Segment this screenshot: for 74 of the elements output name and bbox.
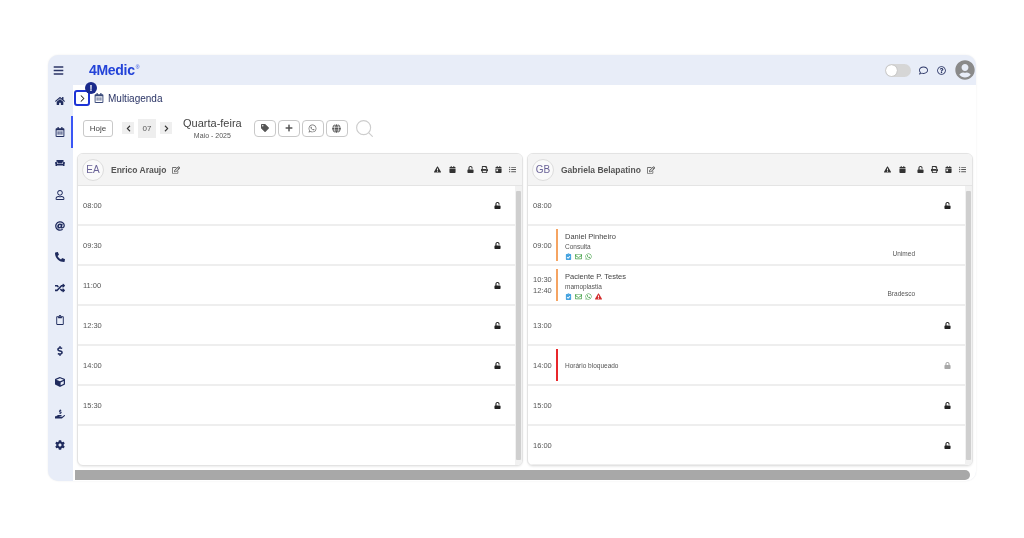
unlock-icon[interactable]: [917, 166, 924, 173]
shuffle-icon: [54, 283, 65, 294]
unlock-icon[interactable]: [944, 321, 951, 329]
clipboard-icon[interactable]: [565, 252, 572, 260]
unlock-icon[interactable]: [494, 201, 501, 209]
dollar-icon: [54, 346, 65, 356]
previous-button[interactable]: [122, 122, 134, 134]
plus-icon: [284, 124, 293, 132]
calendar-day-icon[interactable]: [945, 166, 952, 173]
calendar-icon: [94, 93, 104, 103]
professional-name: Enrico Araujo: [111, 164, 167, 175]
scrollbar-thumb[interactable]: [966, 191, 971, 460]
globe-icon: [332, 123, 342, 133]
weekday-label: Quarta-feira: [183, 116, 242, 130]
envelope-icon[interactable]: [575, 292, 582, 300]
hand-dollar-icon: [54, 408, 65, 419]
calendar-icon[interactable]: [449, 166, 456, 173]
scrollbar-track[interactable]: [515, 186, 522, 465]
list-icon[interactable]: [509, 166, 516, 173]
envelope-icon[interactable]: [575, 252, 582, 260]
print-icon[interactable]: [481, 166, 488, 173]
globe-button[interactable]: [325, 119, 348, 137]
clipboard-icon: [54, 314, 65, 325]
add-button[interactable]: [277, 119, 300, 137]
clipboard-icon[interactable]: [565, 292, 572, 300]
print-icon[interactable]: [931, 166, 938, 173]
scrollbar-track[interactable]: [965, 186, 972, 465]
page-title: Multiagenda: [108, 92, 163, 104]
list-icon[interactable]: [959, 166, 966, 173]
initials-avatar: GB: [532, 158, 554, 181]
unlock-icon[interactable]: [494, 401, 501, 409]
help-icon[interactable]: [937, 65, 946, 75]
user-icon: [54, 189, 65, 200]
cube-icon: [54, 377, 65, 388]
chevron-left-icon: [124, 124, 132, 132]
horizontal-scrollbar[interactable]: [75, 470, 970, 480]
edit-icon[interactable]: [646, 165, 655, 174]
unlock-icon[interactable]: [494, 361, 501, 369]
home-icon: [54, 95, 65, 106]
at-sign-icon: [54, 220, 65, 231]
warning-icon[interactable]: [434, 166, 441, 173]
chevron-right-icon: [162, 124, 170, 132]
unlock-icon[interactable]: [467, 166, 474, 173]
next-button[interactable]: [160, 122, 172, 134]
whatsapp-button[interactable]: [301, 119, 324, 137]
tag-icon: [260, 124, 269, 132]
warning-icon[interactable]: [884, 166, 891, 173]
unlock-icon[interactable]: [494, 241, 501, 249]
edit-icon[interactable]: [172, 165, 181, 174]
phone-icon: [54, 252, 65, 263]
initials-avatar: EA: [82, 158, 104, 181]
logo[interactable]: 4Medic$^{®}$: [89, 62, 140, 78]
notification-badge: !: [85, 82, 97, 94]
settings-icon: [54, 439, 65, 450]
today-button[interactable]: Hoje: [83, 119, 113, 137]
chat-icon[interactable]: [919, 65, 928, 75]
calendar-icon[interactable]: [899, 166, 906, 173]
unlock-icon[interactable]: [944, 401, 951, 409]
day-field[interactable]: 07: [138, 118, 156, 138]
unlock-icon[interactable]: [944, 441, 951, 449]
unlock-icon[interactable]: [494, 321, 501, 329]
expand-button[interactable]: [74, 90, 90, 106]
calendar-day-icon[interactable]: [495, 166, 502, 173]
professional-name: Gabriela Belapatino: [561, 164, 641, 175]
scrollbar-thumb[interactable]: [516, 191, 521, 460]
tag-button[interactable]: [253, 119, 276, 137]
toggle-switch[interactable]: [885, 63, 911, 77]
unlock-icon[interactable]: [944, 201, 951, 209]
calendar-icon: [54, 126, 65, 137]
whatsapp-icon: [308, 123, 318, 133]
couch-icon: [54, 158, 65, 169]
menu-icon[interactable]: [53, 64, 64, 76]
user-avatar-icon[interactable]: [955, 60, 975, 80]
unlock-icon[interactable]: [494, 281, 501, 289]
